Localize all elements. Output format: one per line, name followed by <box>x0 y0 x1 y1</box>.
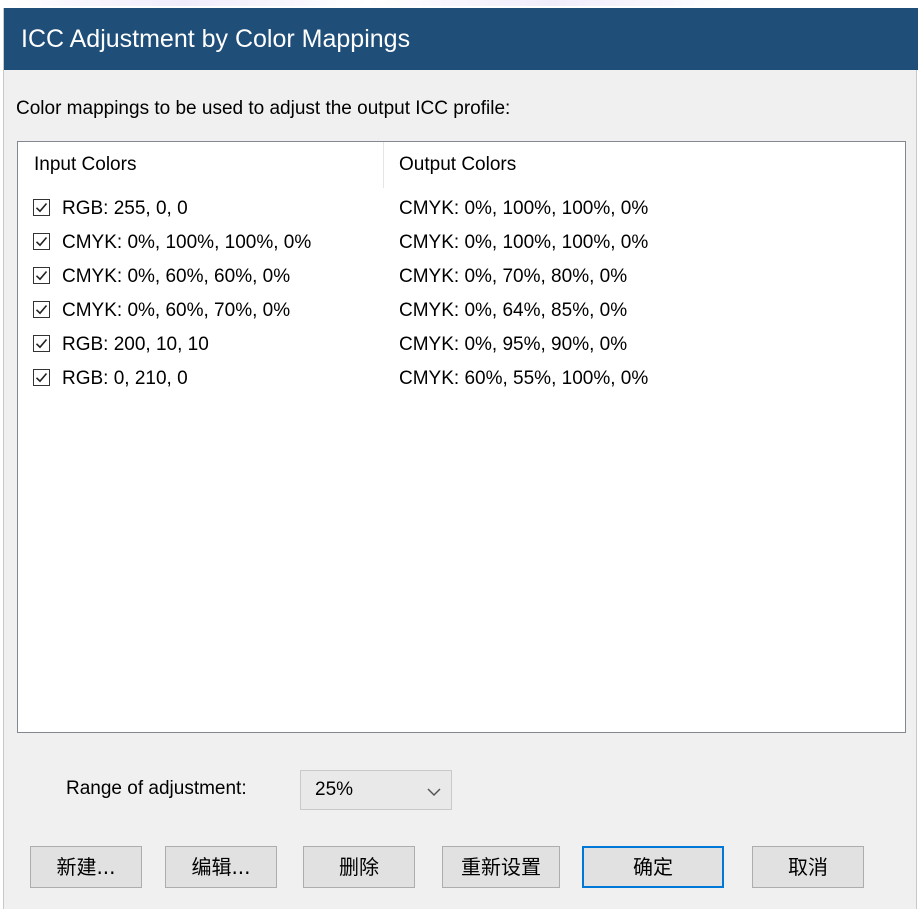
checkmark-icon <box>35 372 48 383</box>
output-color: CMYK: 0%, 100%, 100%, 0% <box>399 198 649 219</box>
range-value: 25% <box>315 779 354 800</box>
chevron-down-icon[interactable] <box>427 784 441 802</box>
row-checkbox[interactable] <box>33 369 50 386</box>
input-color: RGB: 0, 210, 0 <box>62 368 188 389</box>
range-of-adjustment-label: Range of adjustment: <box>66 778 247 799</box>
checkmark-icon <box>35 202 48 213</box>
checkmark-icon <box>35 236 48 247</box>
checkmark-icon <box>35 270 48 281</box>
new-button[interactable]: 新建... <box>30 846 142 888</box>
list-header: Input Colors Output Colors <box>18 142 905 188</box>
list-rows: RGB: 255, 0, 0 CMYK: 0%, 100%, 100%, 0% … <box>18 192 905 396</box>
input-color: CMYK: 0%, 60%, 60%, 0% <box>62 266 291 287</box>
row-checkbox[interactable] <box>33 233 50 250</box>
edit-button[interactable]: 编辑... <box>165 846 277 888</box>
output-color: CMYK: 60%, 55%, 100%, 0% <box>399 368 649 389</box>
list-item[interactable]: RGB: 200, 10, 10 CMYK: 0%, 95%, 90%, 0% <box>18 328 905 362</box>
delete-button[interactable]: 删除 <box>303 846 415 888</box>
row-checkbox[interactable] <box>33 199 50 216</box>
output-color: CMYK: 0%, 70%, 80%, 0% <box>399 266 628 287</box>
column-separator[interactable] <box>383 142 384 188</box>
list-item[interactable]: RGB: 255, 0, 0 CMYK: 0%, 100%, 100%, 0% <box>18 192 905 226</box>
column-header-input-colors[interactable]: Input Colors <box>34 142 136 188</box>
icc-adjustment-dialog: ICC Adjustment by Color Mappings Color m… <box>3 8 918 909</box>
list-item[interactable]: CMYK: 0%, 60%, 70%, 0% CMYK: 0%, 64%, 85… <box>18 294 905 328</box>
ok-button[interactable]: 确定 <box>582 846 724 888</box>
list-item[interactable]: CMYK: 0%, 100%, 100%, 0% CMYK: 0%, 100%,… <box>18 226 905 260</box>
input-color: RGB: 200, 10, 10 <box>62 334 209 355</box>
mappings-prompt: Color mappings to be used to adjust the … <box>16 98 511 119</box>
window-title: ICC Adjustment by Color Mappings <box>4 8 918 70</box>
checkmark-icon <box>35 304 48 315</box>
range-of-adjustment-select[interactable]: 25% <box>300 770 452 810</box>
output-color: CMYK: 0%, 95%, 90%, 0% <box>399 334 628 355</box>
list-item[interactable]: CMYK: 0%, 60%, 60%, 0% CMYK: 0%, 70%, 80… <box>18 260 905 294</box>
cancel-button[interactable]: 取消 <box>752 846 864 888</box>
row-checkbox[interactable] <box>33 267 50 284</box>
checkmark-icon <box>35 338 48 349</box>
input-color: CMYK: 0%, 100%, 100%, 0% <box>62 232 312 253</box>
input-color: RGB: 255, 0, 0 <box>62 198 188 219</box>
list-item[interactable]: RGB: 0, 210, 0 CMYK: 60%, 55%, 100%, 0% <box>18 362 905 396</box>
row-checkbox[interactable] <box>33 335 50 352</box>
row-checkbox[interactable] <box>33 301 50 318</box>
reset-button[interactable]: 重新设置 <box>442 846 560 888</box>
column-header-output-colors[interactable]: Output Colors <box>399 142 516 188</box>
output-color: CMYK: 0%, 100%, 100%, 0% <box>399 232 649 253</box>
input-color: CMYK: 0%, 60%, 70%, 0% <box>62 300 291 321</box>
background-accent-band <box>0 0 920 6</box>
color-mappings-list[interactable]: Input Colors Output Colors RGB: 255, 0, … <box>17 141 906 733</box>
output-color: CMYK: 0%, 64%, 85%, 0% <box>399 300 628 321</box>
